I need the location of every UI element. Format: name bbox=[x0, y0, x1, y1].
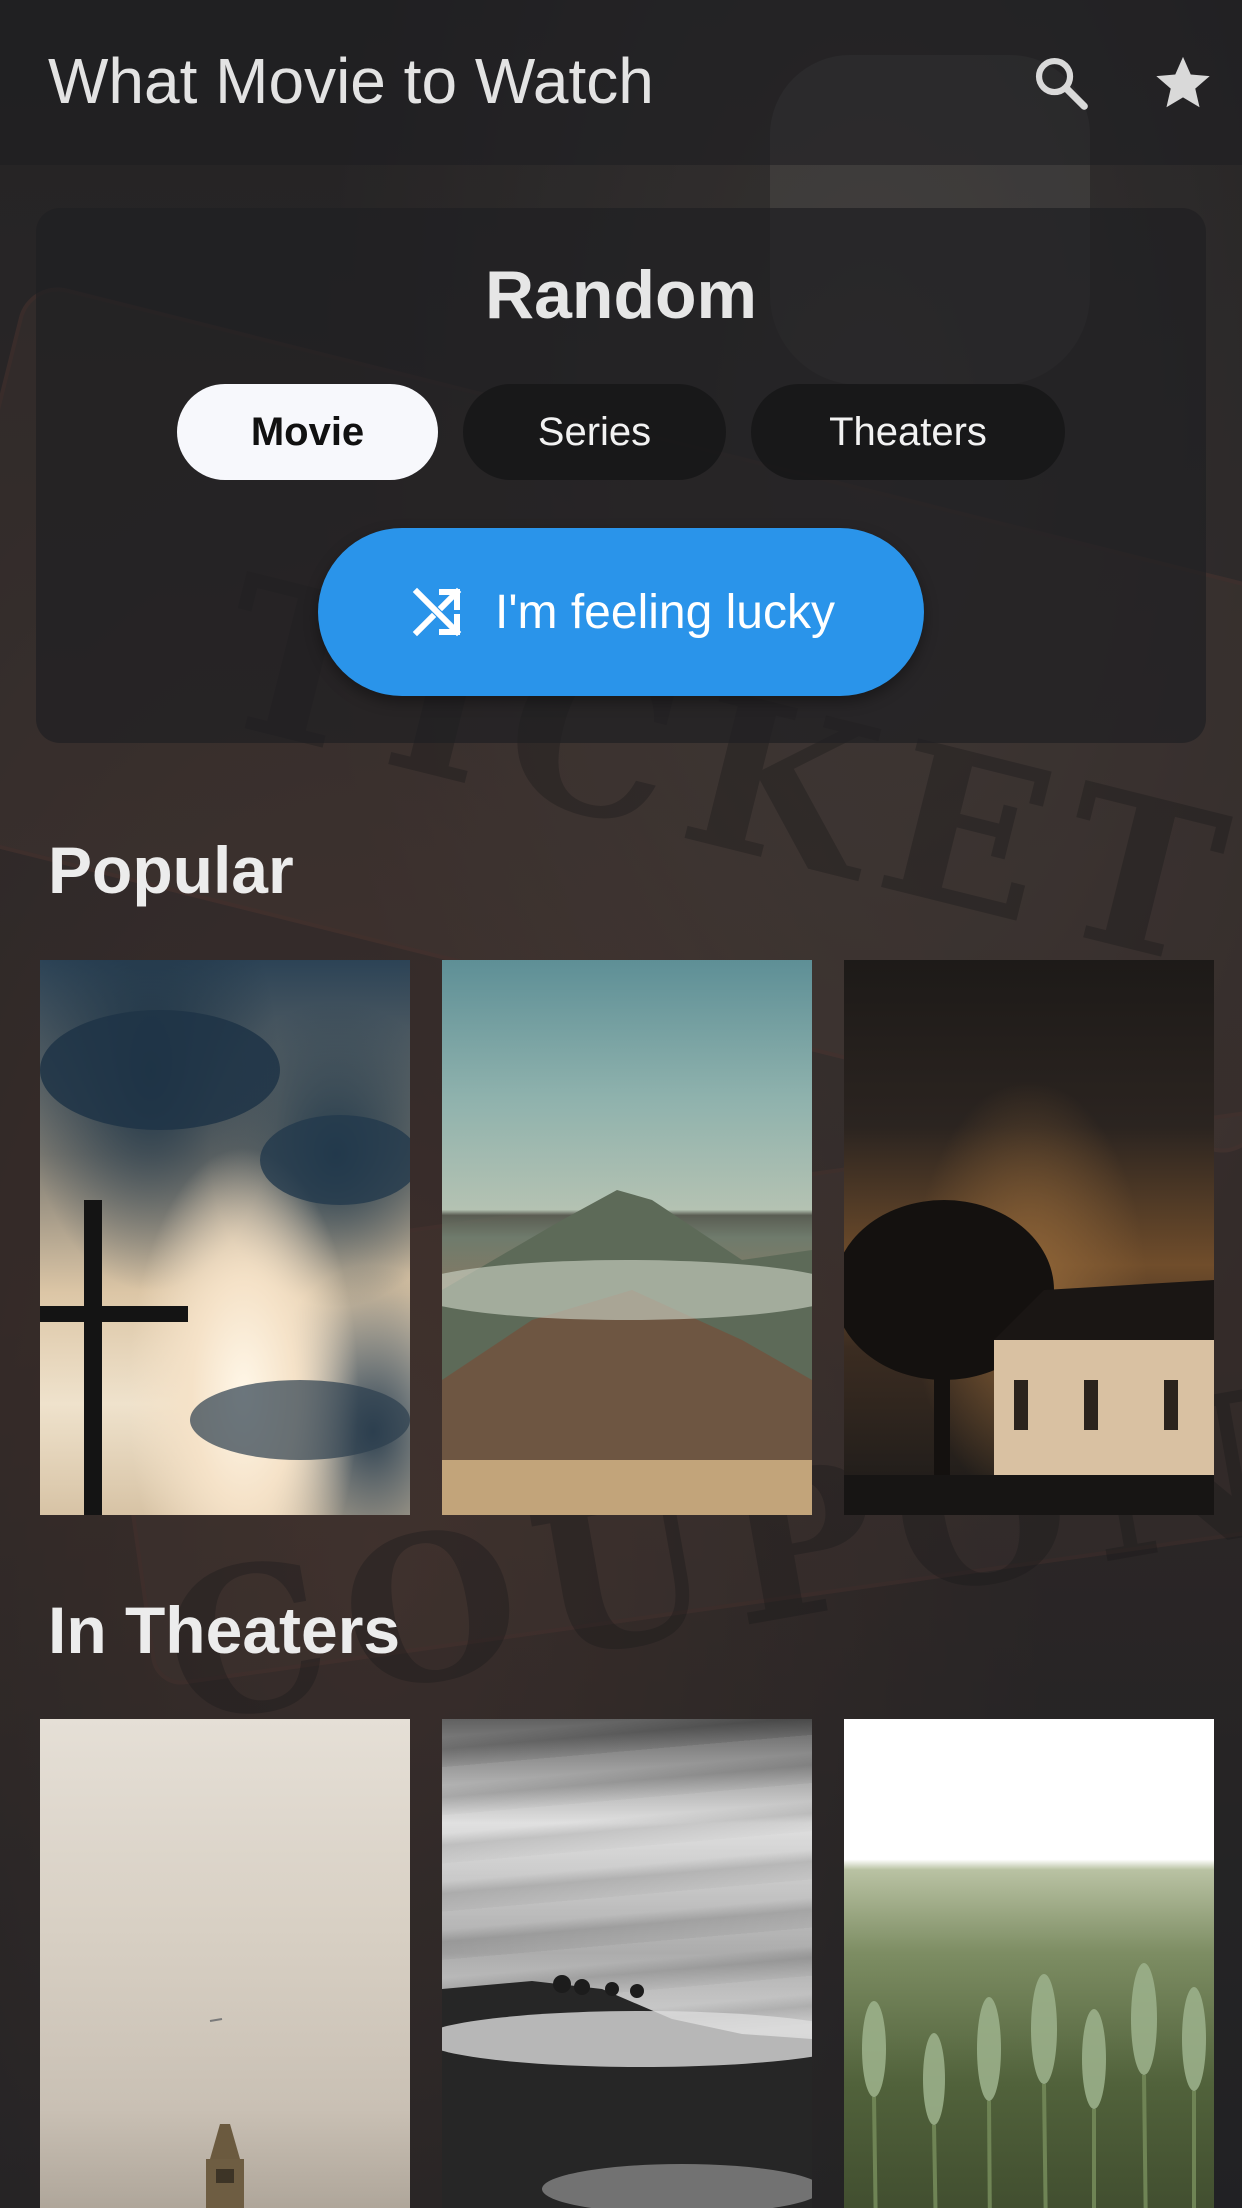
clock-tower-image bbox=[206, 2018, 244, 2208]
theater-poster-1[interactable] bbox=[40, 1719, 410, 2208]
theater-poster-2[interactable] bbox=[442, 1719, 812, 2208]
app-title: What Movie to Watch bbox=[48, 45, 654, 117]
section-title-popular: Popular bbox=[48, 833, 294, 907]
star-icon bbox=[1156, 56, 1210, 108]
popular-poster-1[interactable] bbox=[40, 960, 410, 1515]
wheat-field-image bbox=[862, 1963, 1206, 2208]
feeling-lucky-label: I'm feeling lucky bbox=[495, 585, 835, 639]
popular-poster-3[interactable] bbox=[844, 960, 1214, 1515]
chip-series[interactable]: Series bbox=[463, 384, 726, 480]
type-chip-group: Movie Series Theaters bbox=[36, 384, 1206, 480]
search-button[interactable] bbox=[1026, 48, 1096, 118]
chip-theaters[interactable]: Theaters bbox=[751, 384, 1065, 480]
popular-poster-2[interactable] bbox=[442, 960, 812, 1515]
church-image bbox=[844, 1200, 1214, 1515]
cloud-sea-image bbox=[442, 1975, 812, 2208]
cross-image bbox=[40, 1010, 410, 1515]
feeling-lucky-button[interactable]: I'm feeling lucky bbox=[318, 528, 924, 696]
favorites-button[interactable] bbox=[1148, 48, 1218, 118]
random-title: Random bbox=[485, 257, 757, 333]
app-bar: What Movie to Watch bbox=[0, 0, 1242, 165]
home-screen: What Movie to Watch Random Movie Series … bbox=[0, 0, 1242, 2208]
section-title-in-theaters: In Theaters bbox=[48, 1593, 401, 1667]
search-icon bbox=[1035, 57, 1088, 110]
chip-movie[interactable]: Movie bbox=[177, 384, 438, 480]
theater-poster-3[interactable] bbox=[844, 1719, 1214, 2208]
volcano-image bbox=[442, 1190, 812, 1515]
shuffle-icon bbox=[412, 587, 462, 637]
random-card: Random Movie Series Theaters I'm feeling… bbox=[36, 208, 1206, 743]
